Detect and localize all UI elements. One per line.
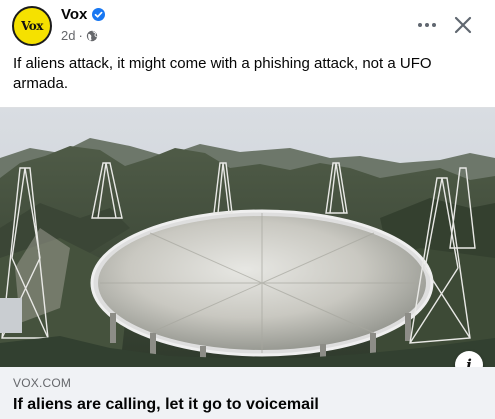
more-horizontal-icon-dot — [425, 23, 429, 27]
page-name[interactable]: Vox — [61, 6, 87, 23]
verified-badge-icon — [92, 8, 105, 21]
meta-separator: · — [78, 28, 83, 43]
post-timestamp[interactable]: 2d — [61, 28, 75, 43]
link-title[interactable]: If aliens are calling, let it go to voic… — [13, 396, 319, 414]
close-icon — [454, 16, 472, 34]
more-options-button[interactable] — [412, 10, 442, 40]
post-meta: 2d · — [61, 28, 98, 43]
avatar-logo-text: Vox — [21, 19, 43, 33]
telescope-photo — [0, 108, 495, 367]
link-domain: VOX.COM — [13, 376, 72, 390]
close-button[interactable] — [448, 10, 478, 40]
post-message: If aliens attack, it might come with a p… — [13, 55, 432, 92]
more-horizontal-icon-dot — [432, 23, 436, 27]
avatar[interactable]: Vox — [12, 6, 52, 46]
link-preview-image[interactable] — [0, 107, 495, 367]
link-preview-bar[interactable]: VOX.COM If aliens are calling, let it go… — [0, 367, 495, 419]
globe-icon — [86, 30, 98, 42]
more-horizontal-icon-dot — [418, 23, 422, 27]
post-header: Vox Vox 2d · — [0, 0, 495, 50]
